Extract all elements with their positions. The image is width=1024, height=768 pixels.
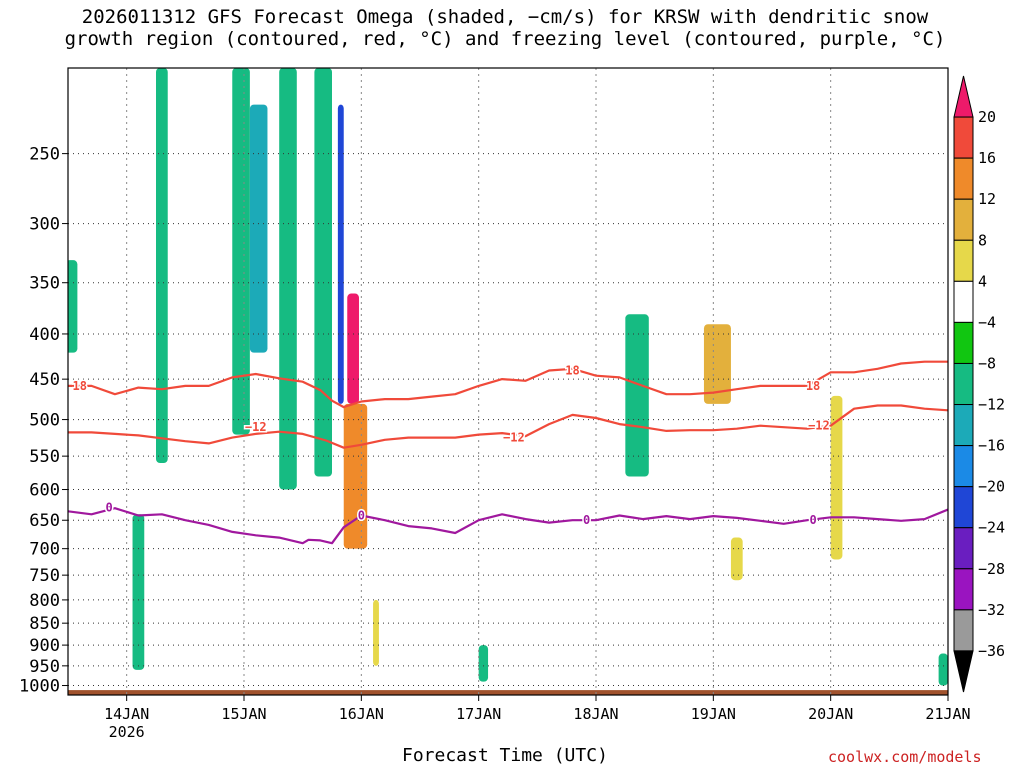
omega-region xyxy=(279,68,297,490)
y-tick-label: 550 xyxy=(29,447,60,467)
y-tick-label: 600 xyxy=(29,481,60,501)
y-tick-label: 450 xyxy=(29,370,60,390)
colorbar: 20 16 12 8 4 −4 −8 −12 −16 −20 −24 −28 −32 −36 xyxy=(953,75,1005,693)
y-tick-label: 500 xyxy=(29,411,60,431)
y-tick-label: 700 xyxy=(29,540,60,560)
colorbar-label: 4 xyxy=(978,272,987,290)
omega-region xyxy=(232,68,250,435)
contour-label: −12 xyxy=(808,419,830,433)
omega-region xyxy=(132,514,145,670)
omega-region xyxy=(478,645,489,682)
omega-region xyxy=(156,68,168,464)
colorbar-swatch xyxy=(953,650,974,693)
y-tick-label: 950 xyxy=(29,657,60,677)
x-tick-label: 17JAN xyxy=(456,705,501,723)
y-tick-label: 850 xyxy=(29,614,60,634)
colorbar-swatch xyxy=(953,404,974,447)
colorbar-label: −36 xyxy=(978,642,1005,660)
contour-label: 18 xyxy=(565,364,579,378)
colorbar-swatch xyxy=(953,157,974,200)
colorbar-label: −32 xyxy=(978,601,1005,619)
colorbar-swatch xyxy=(953,239,974,282)
omega-region xyxy=(337,104,344,404)
contour-label: −12 xyxy=(245,420,267,434)
contour-label: 0 xyxy=(105,501,112,515)
x-tick-label: 14JAN xyxy=(104,705,149,723)
y-tick-label: 250 xyxy=(29,145,60,165)
contours: 18 18 18 −12 −12 −12 0 0 0 0 xyxy=(68,360,948,545)
colorbar-swatch xyxy=(953,568,974,611)
contour-label: 0 xyxy=(809,513,816,527)
colorbar-swatch xyxy=(953,486,974,529)
contour-label: 0 xyxy=(583,513,590,527)
colorbar-swatch xyxy=(953,445,974,488)
chart: 18 18 18 −12 −12 −12 0 0 0 0 250 300 350 400 450 500 55… xyxy=(19,67,1005,741)
y-tick-label: 350 xyxy=(29,274,60,294)
omega-region xyxy=(938,653,948,686)
credit-link[interactable]: coolwx.com/models xyxy=(828,748,982,766)
omega-region xyxy=(373,599,379,666)
y-tick-label: 750 xyxy=(29,566,60,586)
colorbar-label: 8 xyxy=(978,231,987,249)
colorbar-label: −16 xyxy=(978,437,1005,455)
contour-label: 18 xyxy=(73,379,87,393)
y-tick-label: 900 xyxy=(29,636,60,656)
omega-region xyxy=(730,537,743,581)
colorbar-label: −12 xyxy=(978,396,1005,414)
contour-label: −12 xyxy=(503,431,525,445)
x-tick-label: 21JAN xyxy=(925,705,970,723)
colorbar-swatch xyxy=(953,609,974,652)
omega-region xyxy=(347,293,359,404)
ground-surface xyxy=(68,690,948,695)
y-tick-label: 650 xyxy=(29,511,60,531)
x-axis-title: Forecast Time (UTC) xyxy=(402,745,608,766)
colorbar-label: −24 xyxy=(978,519,1005,537)
x-tick-label: 15JAN xyxy=(221,705,266,723)
contour-label: 0 xyxy=(358,508,365,522)
omega-region xyxy=(625,314,649,477)
colorbar-swatch xyxy=(953,198,974,241)
y-tick-label: 1000 xyxy=(19,677,60,697)
colorbar-label: −20 xyxy=(978,478,1005,496)
colorbar-label: 20 xyxy=(978,108,996,126)
omega-region xyxy=(249,104,268,353)
colorbar-swatch xyxy=(953,75,974,118)
x-tick-label: 16JAN xyxy=(339,705,384,723)
colorbar-label: −8 xyxy=(978,354,996,372)
contour-label: 18 xyxy=(806,379,820,393)
colorbar-swatch xyxy=(953,527,974,570)
y-tick-label: 300 xyxy=(29,215,60,235)
colorbar-label: 12 xyxy=(978,190,996,208)
colorbar-swatch xyxy=(953,362,974,406)
colorbar-label: −28 xyxy=(978,560,1005,578)
x-tick-label: 19JAN xyxy=(691,705,736,723)
x-axis: 14JAN2026 15JAN 16JAN 17JAN 18JAN 19JAN 20JAN 2… xyxy=(104,695,971,741)
colorbar-swatch xyxy=(953,280,974,323)
colorbar-swatch xyxy=(953,321,974,364)
colorbar-label: −4 xyxy=(978,313,996,331)
x-tick-label: 20JAN xyxy=(808,705,853,723)
y-axis: 2503003504004505005506006507007508008509… xyxy=(19,145,68,697)
colorbar-swatch xyxy=(953,116,974,159)
x-tick-sublabel: 2026 xyxy=(109,723,145,741)
y-tick-label: 800 xyxy=(29,591,60,611)
x-tick-label: 18JAN xyxy=(573,705,618,723)
y-tick-label: 400 xyxy=(29,325,60,345)
omega-region xyxy=(314,68,332,477)
omega-region xyxy=(343,403,368,549)
colorbar-label: 16 xyxy=(978,149,996,167)
